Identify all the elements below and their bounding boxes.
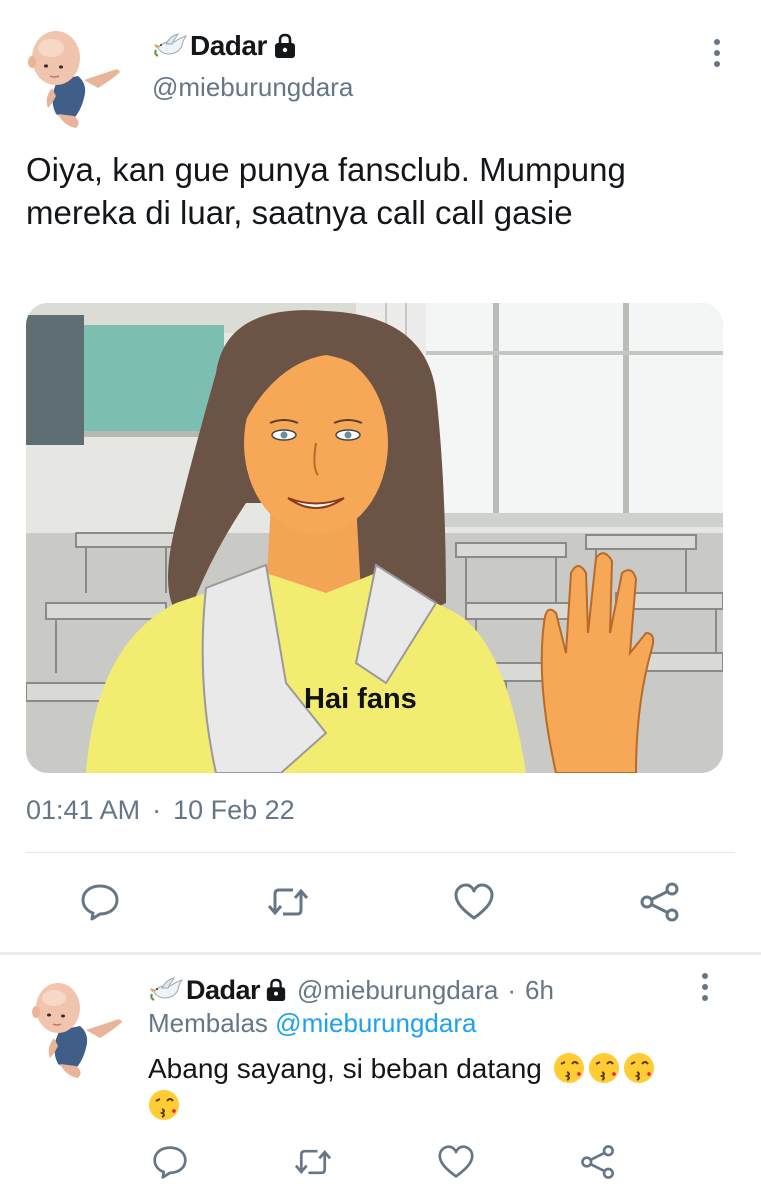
main-tweet: Dadar @mieburungdara Oiya, kan gue punya… [0,0,761,955]
tweet-media-image[interactable]: Hai fans [26,303,723,773]
reply-avatar[interactable] [24,970,124,1080]
reply-display-name[interactable]: Dadar [186,975,261,1006]
tweet-text: Oiya, kan gue punya fansclub. Mumpung me… [26,151,626,231]
reply-text-content: Abang sayang, si beban datang [148,1053,542,1084]
like-icon[interactable] [436,1142,476,1182]
author-block: Dadar @mieburungdara [152,26,353,103]
reply-more-options-icon[interactable] [690,970,720,1004]
media-caption: Hai fans [304,683,417,715]
reply-icon[interactable] [78,880,122,924]
lock-icon [265,978,287,1002]
avatar[interactable] [18,18,130,130]
kissing-face-emoji-icon [553,1052,585,1084]
share-icon[interactable] [578,1142,618,1182]
like-icon[interactable] [452,880,496,924]
reply-icon[interactable] [150,1142,190,1182]
author-display-name: Dadar [190,30,267,61]
tweet-timestamp[interactable]: 01:41 AM · 10 Feb 22 [26,795,295,826]
author-handle[interactable]: @mieburungdara [152,72,353,103]
kissing-face-emoji-icon [588,1052,620,1084]
divider [26,852,735,853]
replying-mention-link[interactable]: @mieburungdara [275,1008,476,1038]
reply-separator: · [507,974,516,1005]
author-name-row[interactable]: Dadar [152,26,353,66]
tweet-time: 01:41 AM [26,795,141,825]
reply-handle[interactable]: @mieburungdara [297,975,498,1006]
timestamp-separator: · [152,795,162,825]
reply-text: Abang sayang, si beban datang [148,1050,708,1124]
more-options-icon[interactable] [700,36,734,70]
reply-time-ago[interactable]: 6h [525,975,554,1006]
reply-header: Dadar @mieburungdara · 6h [148,972,554,1008]
tweet-date: 10 Feb 22 [173,795,295,825]
dove-icon [152,32,188,60]
kissing-face-emoji-icon [623,1052,655,1084]
replying-to: Membalas @mieburungdara [148,1008,476,1039]
dove-icon [148,976,184,1004]
replying-prefix: Membalas [148,1008,268,1038]
share-icon[interactable] [638,880,682,924]
lock-icon [273,33,297,59]
thread-separator [0,952,761,955]
kissing-face-emoji-icon [148,1089,180,1121]
retweet-icon[interactable] [293,1142,333,1182]
retweet-icon[interactable] [266,880,310,924]
